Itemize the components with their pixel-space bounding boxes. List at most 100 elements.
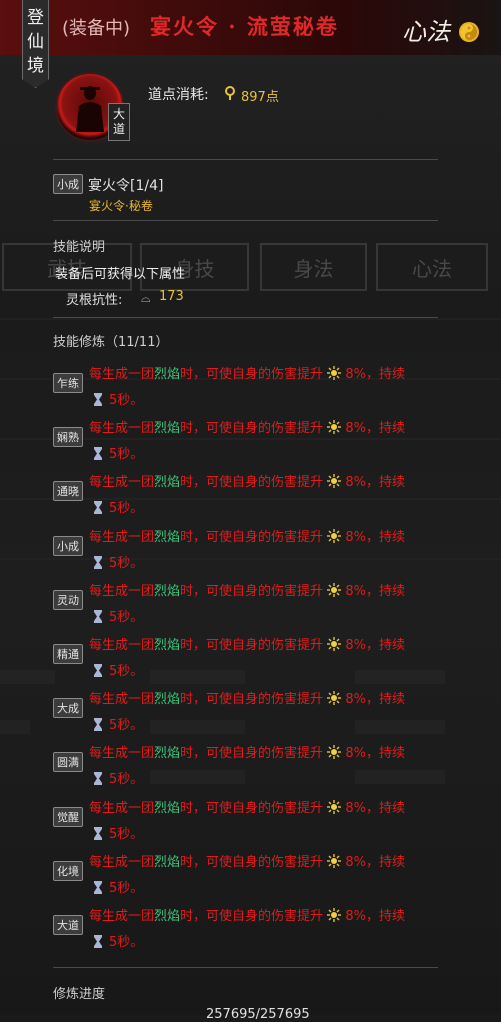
tier-effect-text: 每生成一团烈焰时，可使自身的伤害提升 8%，持续: [89, 417, 405, 436]
effect-value: 8%，持续: [345, 800, 405, 816]
tier-badge: 乍练: [53, 373, 83, 393]
realm-tag: 登 仙 境: [22, 0, 49, 88]
tier-duration: 5秒。: [93, 606, 143, 625]
effect-text: 每生成一团: [89, 367, 155, 382]
effect-keyword: 烈焰: [154, 638, 181, 653]
effect-value: 8%，持续: [345, 746, 405, 762]
effect-value: 8%，持续: [345, 367, 405, 382]
hourglass-icon: [94, 447, 102, 461]
cultivation-tier-row: 大成 每生成一团烈焰时，可使自身的伤害提升 8%，持续 5秒。: [0, 686, 501, 740]
grade-badge: 大 道: [108, 103, 130, 141]
skill-type-label: 心法: [402, 18, 450, 46]
sun-icon: [327, 853, 342, 868]
effect-text: 每生成一团: [89, 800, 155, 816]
figure-icon: [76, 86, 104, 132]
tier-badge: 娴熟: [53, 427, 83, 448]
effect-duration: 5秒。: [109, 718, 144, 734]
effect-text: 时，可使自身的伤害提升: [180, 421, 324, 437]
equip-state: (装备中): [62, 18, 131, 39]
sun-icon: [327, 691, 342, 706]
divider: [53, 967, 438, 968]
tier-duration: 5秒。: [93, 552, 143, 571]
effect-value: 8%，持续: [345, 421, 405, 437]
skill-source: 宴火令·秘卷: [89, 199, 153, 213]
sun-icon: [327, 745, 342, 760]
effect-text: 时，可使自身的伤害提升: [180, 529, 324, 545]
attr-label: 灵根抗性:: [66, 293, 123, 308]
effect-value: 8%，持续: [345, 638, 405, 653]
description-title: 技能说明: [53, 240, 106, 255]
yinyang-icon: [459, 22, 479, 42]
effect-duration: 5秒。: [109, 935, 144, 950]
effect-duration: 5秒。: [109, 555, 144, 571]
hourglass-icon: [94, 718, 102, 732]
effect-value: 8%，持续: [345, 529, 405, 545]
effect-value: 8%，持续: [345, 692, 405, 708]
effect-keyword: 烈焰: [154, 583, 181, 599]
effect-keyword: 烈焰: [154, 475, 181, 491]
cultivation-tier-row: 精通 每生成一团烈焰时，可使自身的伤害提升 8%，持续 5秒。: [0, 632, 501, 686]
tier-duration: 5秒。: [93, 823, 143, 842]
tier-duration: 5秒。: [93, 660, 143, 679]
effect-keyword: 烈焰: [154, 854, 181, 870]
effect-keyword: 烈焰: [154, 421, 181, 437]
cost-value: 897点: [241, 90, 279, 105]
tier-effect-text: 每生成一团烈焰时，可使自身的伤害提升 8%，持续: [89, 580, 405, 599]
effect-keyword: 烈焰: [154, 800, 181, 816]
tier-badge: 通晓: [53, 481, 83, 502]
grade-char: 道: [112, 122, 125, 136]
spirit-root-icon: ⌓: [141, 291, 151, 305]
tier-badge: 觉醒: [53, 806, 83, 827]
sun-icon: [327, 637, 342, 651]
tier-effect-text: 每生成一团烈焰时，可使自身的伤害提升 8%，持续: [89, 634, 405, 653]
sun-icon: [327, 799, 342, 814]
effect-duration: 5秒。: [109, 609, 144, 625]
effect-value: 8%，持续: [345, 583, 405, 599]
effect-duration: 5秒。: [109, 447, 144, 463]
cultivation-tier-row: 大道 每生成一团烈焰时，可使自身的伤害提升 8%，持续 5秒。: [0, 903, 501, 957]
sun-icon: [327, 908, 342, 922]
effect-text: 每生成一团: [89, 638, 155, 653]
sun-icon: [327, 420, 342, 435]
skill-title: 宴火令 · 流萤秘卷: [150, 14, 339, 39]
cultivation-title: 技能修炼（11/11）: [53, 335, 169, 350]
tier-effect-text: 每生成一团烈焰时，可使自身的伤害提升 8%，持续: [89, 742, 405, 761]
tier-duration: 5秒。: [93, 877, 143, 896]
description-text: 装备后可获得以下属性: [55, 267, 186, 282]
hourglass-icon: [94, 664, 102, 677]
tier-duration: 5秒。: [93, 714, 143, 733]
effect-text: 每生成一团: [89, 421, 155, 437]
effect-text: 时，可使自身的伤害提升: [180, 583, 324, 599]
tier-badge: 化境: [53, 860, 83, 881]
tier-badge: 灵动: [53, 589, 83, 610]
divider: [53, 220, 438, 221]
effect-text: 每生成一团: [89, 854, 155, 870]
hourglass-icon: [94, 880, 102, 894]
effect-keyword: 烈焰: [154, 367, 181, 382]
effect-text: 时，可使自身的伤害提升: [180, 800, 324, 816]
cultivation-tier-row: 觉醒 每生成一团烈焰时，可使自身的伤害提升 8%，持续 5秒。: [0, 795, 501, 849]
cultivation-tier-row: 小成 每生成一团烈焰时，可使自身的伤害提升 8%，持续 5秒。: [0, 524, 501, 578]
tier-badge: 大成: [53, 698, 83, 719]
divider: [53, 317, 438, 318]
effect-keyword: 烈焰: [154, 746, 181, 762]
tier-badge: 圆满: [53, 752, 83, 773]
level-badge: 小成: [53, 174, 83, 194]
divider: [53, 159, 438, 160]
realm-char: 仙: [27, 32, 44, 52]
tier-effect-text: 每生成一团烈焰时，可使自身的伤害提升 8%，持续: [89, 471, 405, 490]
effect-keyword: 烈焰: [154, 692, 181, 708]
tier-badge: 小成: [53, 535, 83, 556]
tier-badge: 精通: [53, 644, 83, 664]
hourglass-icon: [94, 555, 102, 569]
sun-icon: [327, 474, 342, 489]
effect-text: 每生成一团: [89, 746, 155, 762]
cultivation-tier-row: 灵动 每生成一团烈焰时，可使自身的伤害提升 8%，持续 5秒。: [0, 578, 501, 632]
effect-text: 每生成一团: [89, 475, 155, 491]
effect-duration: 5秒。: [109, 393, 144, 408]
effect-text: 时，可使自身的伤害提升: [180, 367, 324, 382]
sun-icon: [327, 528, 342, 543]
hourglass-icon: [94, 826, 102, 840]
tier-effect-text: 每生成一团烈焰时，可使自身的伤害提升 8%，持续: [89, 851, 405, 870]
hourglass-icon: [94, 772, 102, 786]
